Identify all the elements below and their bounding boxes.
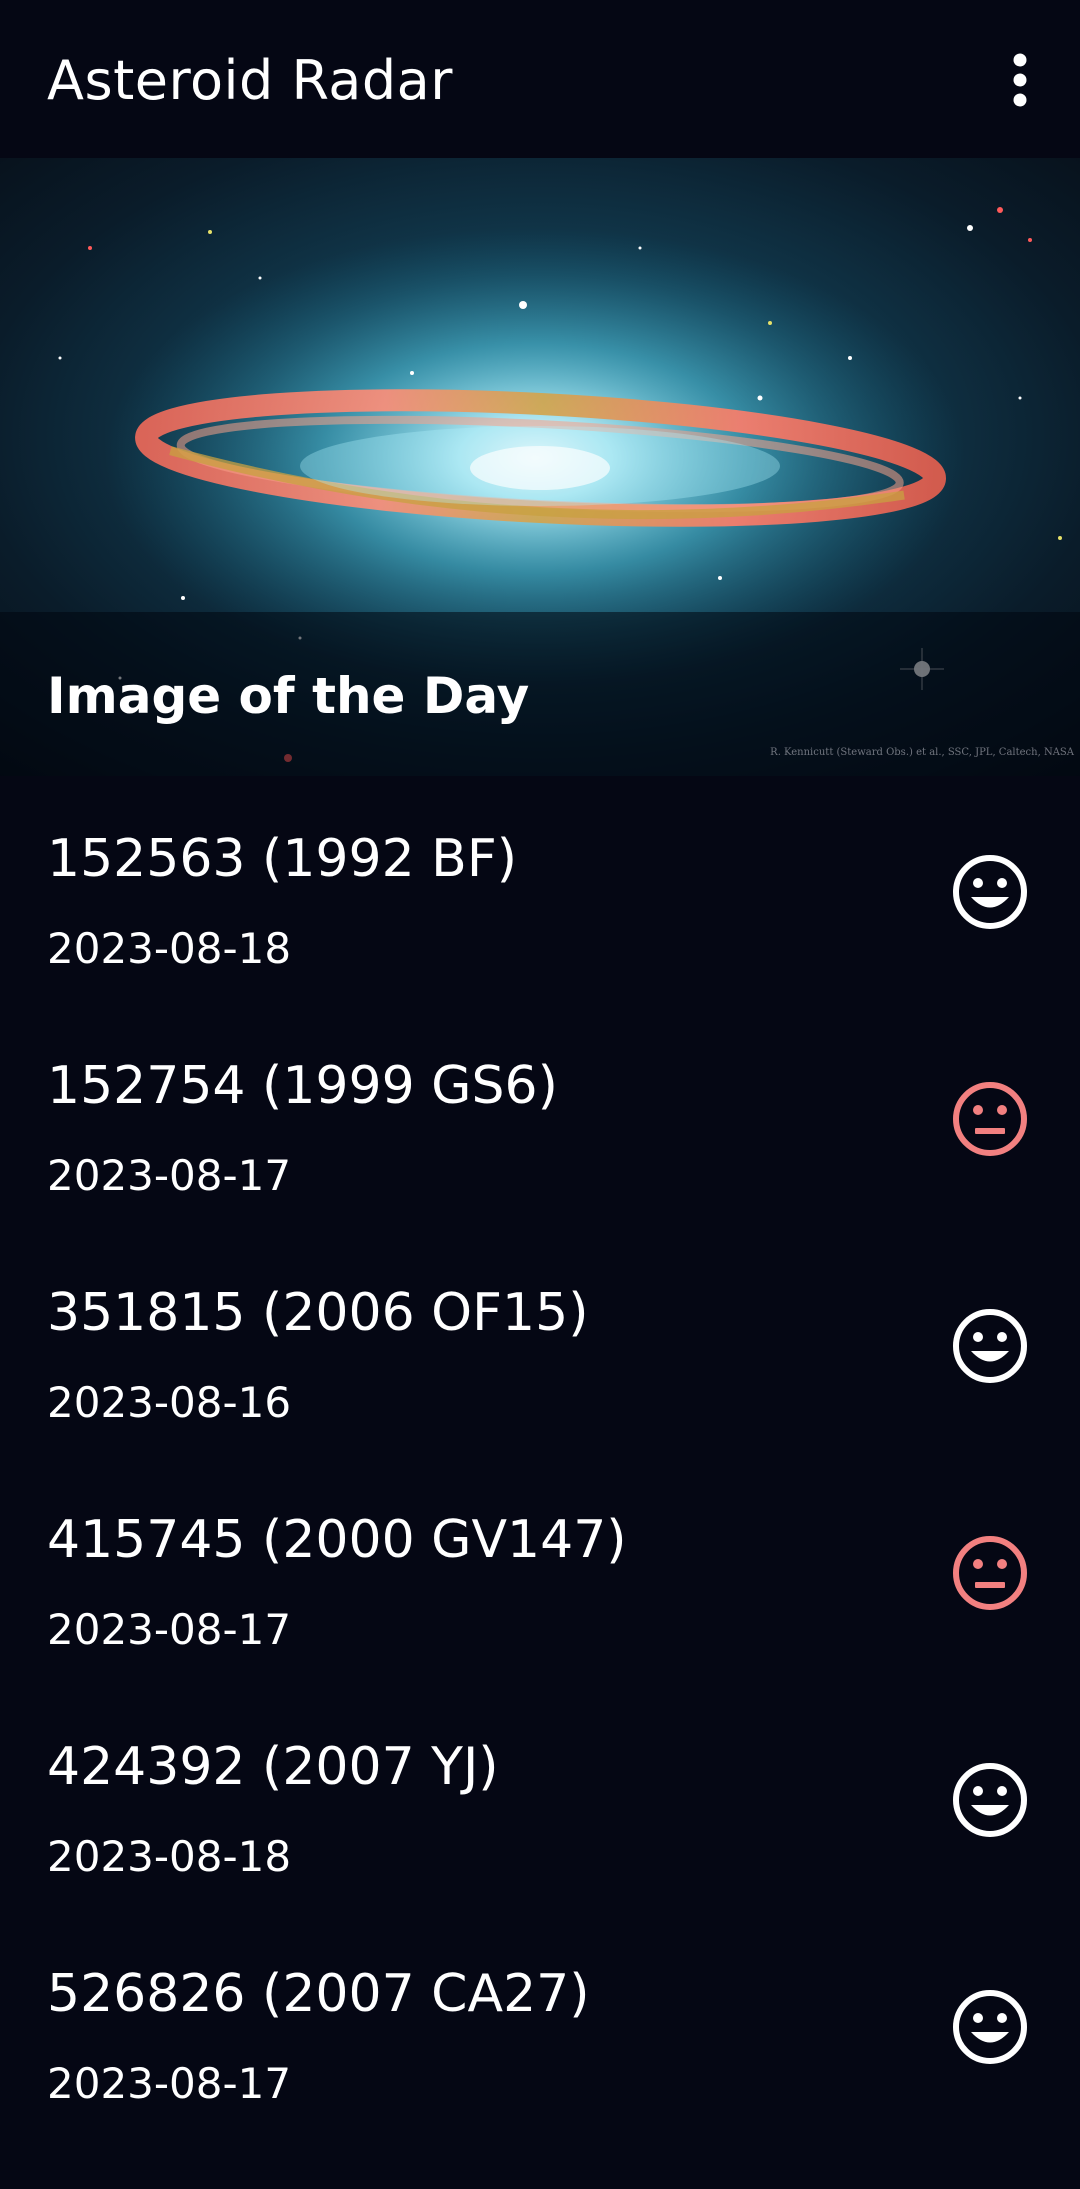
happy-face-icon (950, 1306, 1030, 1386)
happy-face-icon (950, 852, 1030, 932)
asteroid-code: 351815 (2006 OF15) (47, 1283, 589, 1343)
asteroid-list: 152563 (1992 BF) 2023-08-18 152754 (1999… (0, 776, 1080, 2138)
close-approach-date: 2023-08-17 (47, 1151, 292, 1200)
more-vert-icon (1013, 53, 1027, 107)
happy-face-icon (950, 1760, 1030, 1840)
asteroid-list-item[interactable]: 415745 (2000 GV147) 2023-08-17 (0, 1457, 1080, 1684)
asteroid-code: 152754 (1999 GS6) (47, 1056, 558, 1116)
asteroid-list-item[interactable]: 526826 (2007 CA27) 2023-08-17 (0, 1911, 1080, 2138)
close-approach-date: 2023-08-18 (47, 924, 292, 973)
neutral-face-icon (950, 1533, 1030, 1613)
image-of-the-day[interactable]: Image of the Day R. Kennicutt (Steward O… (0, 158, 1080, 776)
happy-face-icon (950, 1987, 1030, 2067)
asteroid-code: 415745 (2000 GV147) (47, 1510, 627, 1570)
app-title: Asteroid Radar (47, 49, 453, 112)
app-bar: Asteroid Radar (0, 0, 1080, 158)
asteroid-list-item[interactable]: 351815 (2006 OF15) 2023-08-16 (0, 1230, 1080, 1457)
neutral-face-icon (950, 1079, 1030, 1159)
image-of-the-day-title: Image of the Day (47, 667, 530, 725)
app-screen: Asteroid Radar Image of the Day R. Kenni… (0, 0, 1080, 2189)
asteroid-code: 424392 (2007 YJ) (47, 1737, 499, 1797)
close-approach-date: 2023-08-17 (47, 1605, 292, 1654)
image-credit: R. Kennicutt (Steward Obs.) et al., SSC,… (770, 747, 1074, 758)
close-approach-date: 2023-08-18 (47, 1832, 292, 1881)
asteroid-list-item[interactable]: 152754 (1999 GS6) 2023-08-17 (0, 1003, 1080, 1230)
close-approach-date: 2023-08-16 (47, 1378, 292, 1427)
more-options-button[interactable] (980, 40, 1060, 120)
close-approach-date: 2023-08-17 (47, 2059, 292, 2108)
asteroid-list-item[interactable]: 424392 (2007 YJ) 2023-08-18 (0, 1684, 1080, 1911)
asteroid-code: 152563 (1992 BF) (47, 829, 518, 889)
asteroid-code: 526826 (2007 CA27) (47, 1964, 590, 2024)
asteroid-list-item[interactable]: 152563 (1992 BF) 2023-08-18 (0, 776, 1080, 1003)
